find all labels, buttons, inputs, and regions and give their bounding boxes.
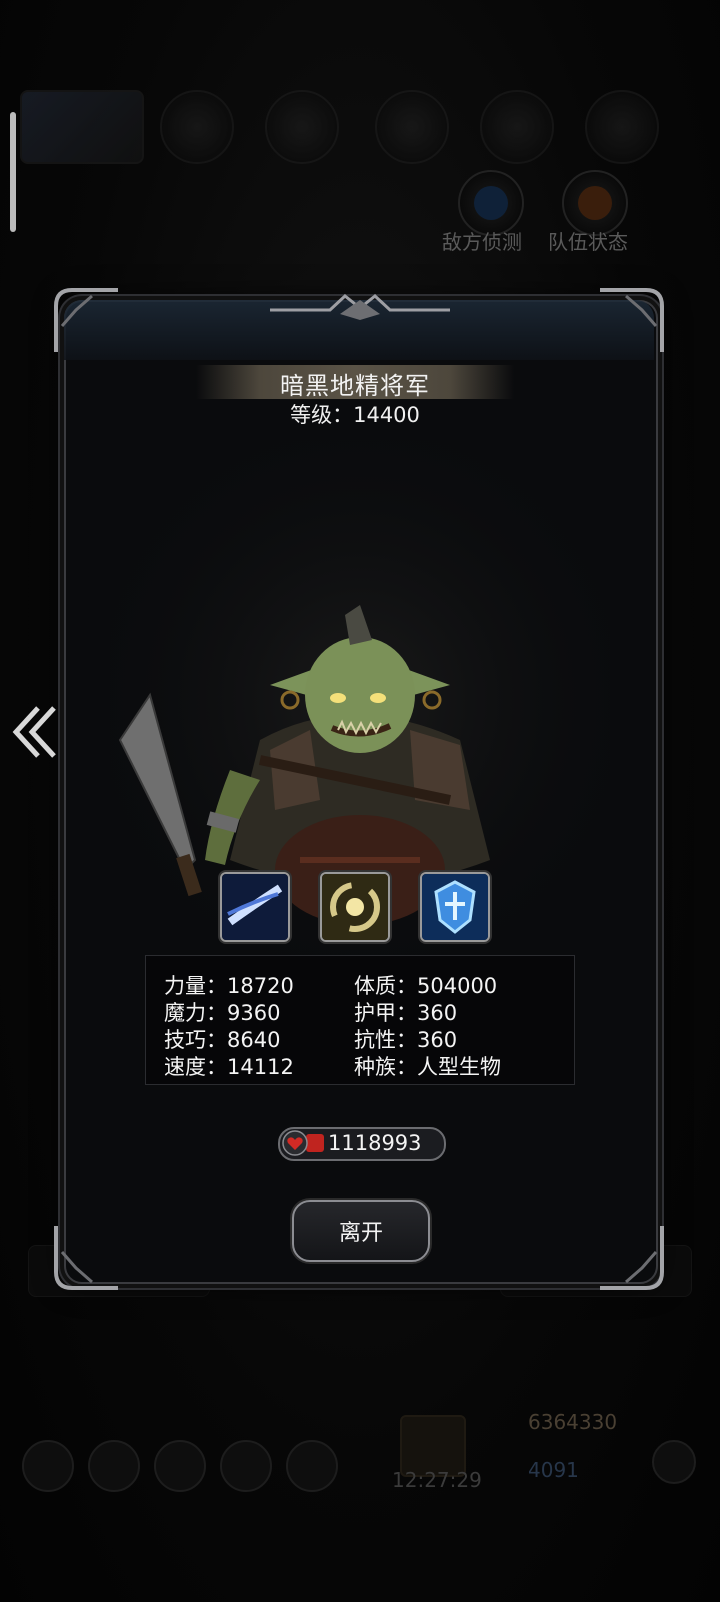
holy-shield-skill-icon[interactable] [420,872,490,942]
frame-corner-ornament [596,286,666,356]
monster-level: 等级：14400 [196,399,514,429]
team-status-label: 队伍状态 [548,230,628,254]
stat-speed: 速度：14112 [164,1055,294,1079]
add-icon[interactable] [652,1440,696,1484]
hero-slot-icon[interactable] [265,90,339,164]
hp-bar-fill [306,1134,324,1152]
stat-race: 种族：人型生物 [354,1055,501,1079]
enemy-scan-label: 敌方侦测 [442,230,522,254]
party-portrait[interactable] [20,90,144,164]
gold-amount: 6364330 [528,1410,618,1434]
banner-icon [578,186,612,220]
heart-icon [282,1130,308,1156]
frame-corner-ornament [52,286,122,356]
stat-resistance: 抗性：360 [354,1028,458,1052]
clock: 12:27:29 [392,1468,482,1492]
leave-button[interactable]: 离开 [292,1200,430,1262]
menu-icon[interactable] [88,1440,140,1492]
stat-constitution: 体质：504000 [354,974,498,998]
hero-slot-icon[interactable] [375,90,449,164]
edge-handle[interactable] [10,112,16,232]
menu-icon[interactable] [22,1440,74,1492]
radar-icon [474,186,508,220]
hp-value: 1118993 [328,1131,422,1155]
hero-slot-icon[interactable] [585,90,659,164]
level-value: 14400 [353,403,420,427]
menu-icon[interactable] [220,1440,272,1492]
stat-skill: 技巧：8640 [164,1028,281,1052]
menu-icon[interactable] [154,1440,206,1492]
crest-ornament [270,288,450,322]
leave-button-label: 离开 [338,1221,383,1246]
lightning-slash-skill-icon[interactable] [220,872,290,942]
top-icon-bar [20,90,700,170]
bottom-bar [0,1430,720,1520]
hp-bar: 1118993 [278,1127,446,1161]
frame-corner-ornament [52,1222,122,1292]
back-chevron-icon[interactable] [10,700,60,764]
stats-panel: 力量：18720 魔力：9360 技巧：8640 速度：14112 体质：504… [145,955,575,1085]
level-label: 等级： [290,403,354,427]
stat-armor: 护甲：360 [354,1001,458,1025]
whirlwind-skill-icon[interactable] [320,872,390,942]
menu-icon[interactable] [286,1440,338,1492]
gem-amount: 4091 [528,1458,579,1482]
hero-slot-icon[interactable] [160,90,234,164]
stat-strength: 力量：18720 [164,974,294,998]
monster-name: 暗黑地精将军 [280,372,430,400]
frame-corner-ornament [596,1222,666,1292]
hero-slot-icon[interactable] [480,90,554,164]
stat-magic: 魔力：9360 [164,1001,281,1025]
